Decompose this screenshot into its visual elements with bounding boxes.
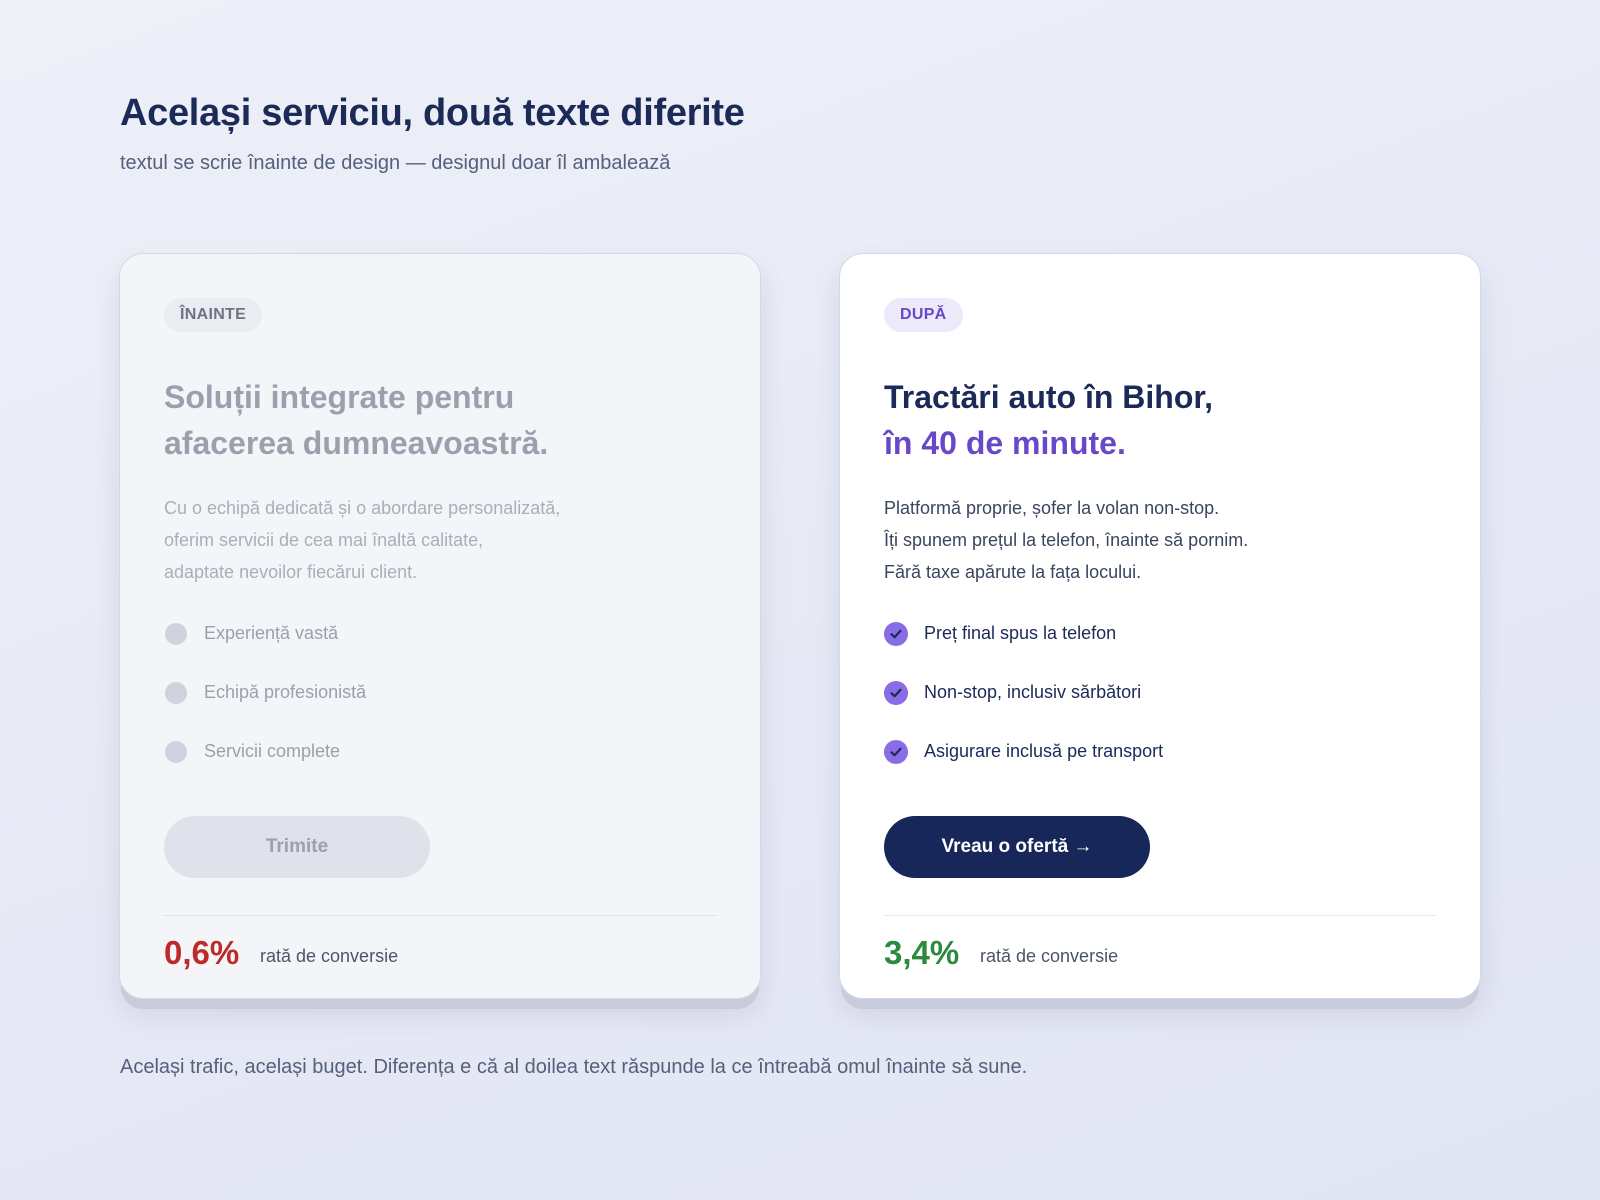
- after-tag: DUPĂ: [884, 298, 963, 332]
- before-feature-item: Experiență vastă: [164, 604, 366, 663]
- before-tag: ÎNAINTE: [164, 298, 263, 332]
- after-card: DUPĂ Tractări auto în Bihor, în 40 de mi…: [839, 253, 1481, 999]
- before-feature-label: Servicii complete: [204, 741, 341, 761]
- grey-dot-icon: [164, 681, 188, 705]
- before-feature-item: Servicii complete: [164, 722, 366, 781]
- before-feature-label: Experiență vastă: [204, 623, 339, 643]
- before-body-line: Cu o echipă dedicată și o abordare perso…: [164, 498, 561, 518]
- grey-dot-icon: [164, 622, 188, 646]
- after-body-line: Îți spunem prețul la telefon, înainte să…: [884, 530, 1249, 550]
- after-body: Platformă proprie, șofer la volan non-st…: [884, 492, 1248, 588]
- after-divider: [884, 915, 1436, 916]
- before-divider: [164, 915, 716, 916]
- before-feature-item: Echipă profesionistă: [164, 663, 366, 722]
- before-conversion-label: rată de conversie: [260, 946, 399, 966]
- after-headline: Tractări auto în Bihor, în 40 de minute.: [884, 374, 1213, 466]
- purple-check-icon: [884, 739, 908, 764]
- after-headline-line1: Tractări auto în Bihor,: [884, 379, 1213, 415]
- after-feature-item: Preț final spus la telefon: [884, 604, 1163, 663]
- after-feature-item: Non-stop, inclusiv sărbători: [884, 663, 1163, 722]
- before-conversion-value: 0,6%: [164, 934, 240, 971]
- after-feature-label: Preț final spus la telefon: [924, 623, 1117, 643]
- after-feature-label: Asigurare inclusă pe transport: [924, 741, 1164, 761]
- after-body-line: Platformă proprie, șofer la volan non-st…: [884, 498, 1220, 518]
- before-body-line: oferim servicii de cea mai înaltă calita…: [164, 530, 484, 550]
- after-headline-line2: în 40 de minute.: [884, 425, 1126, 461]
- page-title: Același serviciu, două texte diferite: [120, 92, 745, 134]
- grey-dot-icon: [164, 740, 188, 764]
- before-headline-line2: afacerea dumneavoastră.: [164, 425, 549, 461]
- before-feature-list: Experiență vastă Echipă profesionistă Se…: [164, 604, 366, 781]
- after-feature-label: Non-stop, inclusiv sărbători: [924, 682, 1142, 702]
- before-card: ÎNAINTE Soluții integrate pentru afacere…: [119, 253, 761, 999]
- before-body-line: adaptate nevoilor fiecărui client.: [164, 562, 418, 582]
- page-subtitle: textul se scrie înainte de design — desi…: [120, 152, 671, 174]
- before-feature-label: Echipă profesionistă: [204, 682, 367, 702]
- purple-check-icon: [884, 621, 908, 646]
- after-conversion-value: 3,4%: [884, 934, 960, 971]
- submit-button[interactable]: Trimite: [164, 816, 430, 878]
- before-headline-line1: Soluții integrate pentru: [164, 379, 515, 415]
- after-feature-item: Asigurare inclusă pe transport: [884, 722, 1163, 781]
- before-body: Cu o echipă dedicată și o abordare perso…: [164, 492, 560, 588]
- before-headline: Soluții integrate pentru afacerea dumnea…: [164, 374, 548, 466]
- purple-check-icon: [884, 680, 908, 705]
- request-offer-button[interactable]: Vreau o ofertă →: [884, 816, 1150, 878]
- after-body-line: Fără taxe apărute la fața locului.: [884, 562, 1142, 582]
- after-feature-list: Preț final spus la telefon Non-stop, inc…: [884, 604, 1163, 781]
- after-conversion-label: rată de conversie: [980, 946, 1119, 966]
- footnote: Același trafic, același buget. Diferența…: [120, 1056, 1028, 1078]
